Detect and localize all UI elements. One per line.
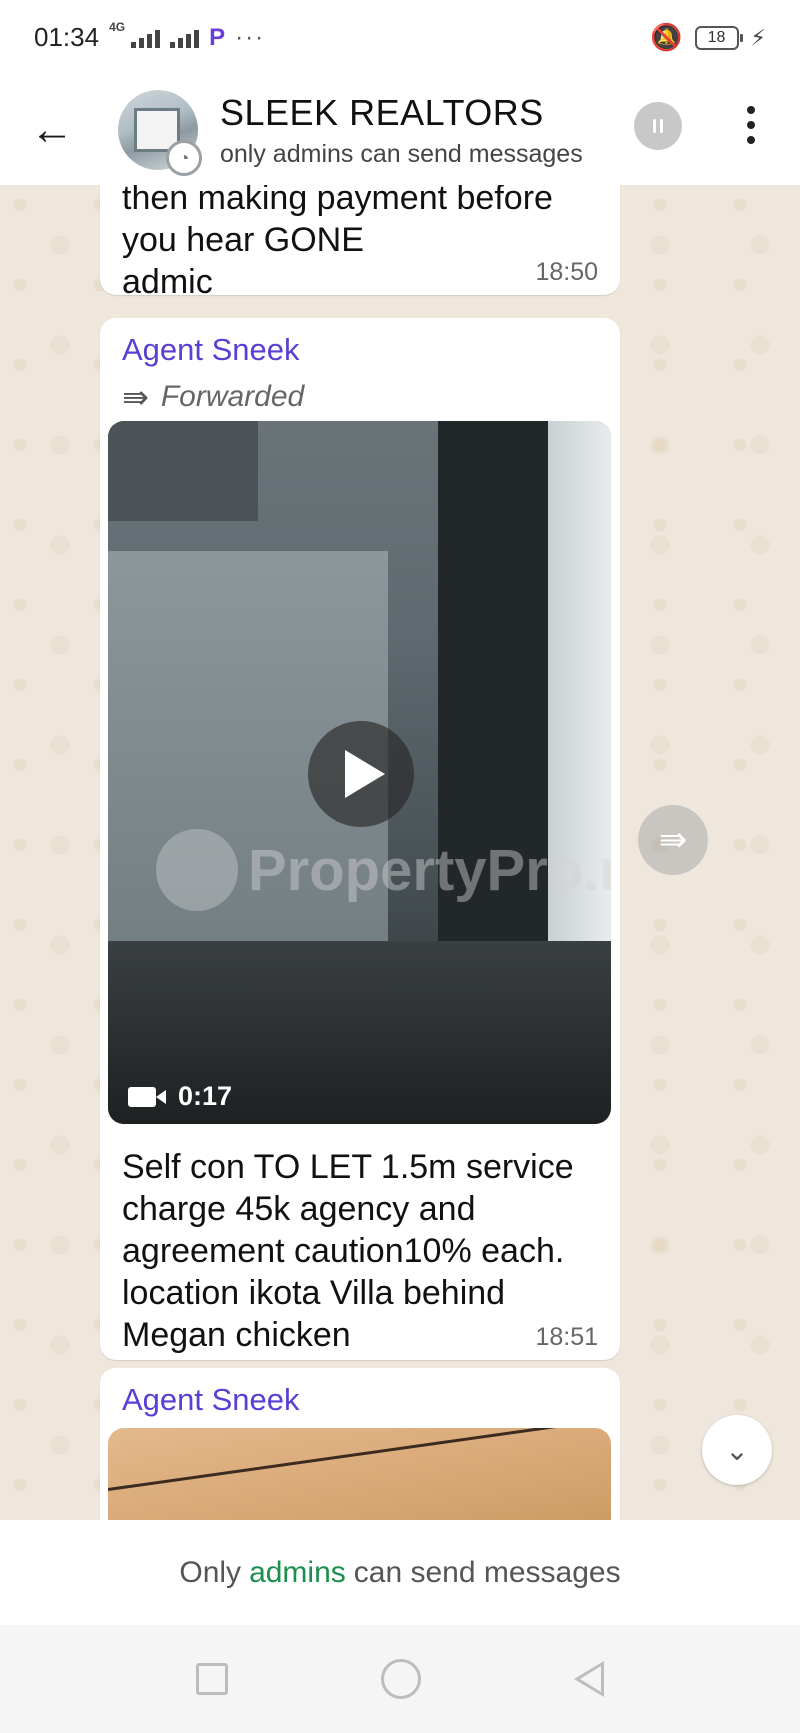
more-vert-icon[interactable] — [736, 95, 766, 155]
scroll-down-icon[interactable]: ⌄ — [702, 1415, 772, 1485]
message-time: 18:50 — [535, 258, 598, 286]
more-notifications-icon: ··· — [235, 23, 266, 51]
forwarded-icon: ⇛ — [122, 379, 149, 415]
recents-icon[interactable] — [196, 1663, 229, 1695]
status-bar: 01:34 4G P ··· 🔕 18 ⚡ — [0, 0, 800, 75]
sender-name[interactable]: Agent Sneek — [100, 318, 620, 368]
watermark: PropertyPro.ng — [156, 829, 611, 911]
caption-line: location ikota Villa behind — [122, 1274, 506, 1312]
app-notification-icon: P — [209, 23, 226, 51]
message-time: 18:51 — [535, 1323, 598, 1351]
message-bubble[interactable]: Agent Sneek ⇛ Forwarded PropertyPro.ng 0… — [100, 318, 620, 1360]
status-icon: ◔ — [166, 140, 202, 176]
watermark-text: PropertyPro.ng — [248, 837, 611, 903]
signal-icon — [131, 28, 161, 48]
forwarded-label: ⇛ Forwarded — [100, 368, 620, 416]
video-thumbnail[interactable]: PropertyPro.ng 0:17 — [108, 421, 611, 1124]
admins-link[interactable]: admins — [249, 1556, 346, 1590]
chat-title-block[interactable]: SLEEK REALTORS only admins can send mess… — [220, 92, 600, 169]
clock: 01:34 — [34, 22, 100, 52]
voice-chat-icon[interactable] — [634, 102, 682, 150]
message-bubble[interactable]: then making payment before you hear GONE… — [100, 185, 620, 301]
message-bubble[interactable]: Agent Sneek — [100, 1368, 620, 1520]
battery-level: 18 — [707, 28, 726, 46]
caption-line: agreement caution10% each. — [122, 1232, 565, 1270]
battery-icon: 18 — [694, 25, 743, 50]
caption-line: charge 45k agency and — [122, 1190, 476, 1228]
chat-header: ← ◔ SLEEK REALTORS only admins can send … — [0, 75, 800, 185]
back-arrow-icon[interactable]: ← — [12, 75, 92, 185]
image-thumbnail[interactable] — [108, 1428, 611, 1520]
system-nav-bar — [0, 1625, 800, 1733]
sender-name[interactable]: Agent Sneek — [100, 1368, 620, 1418]
admin-only-notice: Only admins can send messages — [0, 1520, 800, 1625]
notice-prefix: Only — [179, 1555, 242, 1589]
back-triangle-icon[interactable] — [573, 1661, 604, 1697]
caption-line: Self con TO LET 1.5m service — [122, 1148, 574, 1186]
chat-title: SLEEK REALTORS — [220, 91, 544, 133]
network-type: 4G — [109, 20, 126, 34]
signal-icon-2 — [170, 28, 200, 48]
message-line: you hear GONE — [122, 221, 364, 259]
video-camera-icon — [128, 1086, 166, 1107]
message-line: then making payment before — [122, 185, 553, 217]
video-meta: 0:17 — [128, 1081, 232, 1112]
chat-area[interactable]: then making payment before you hear GONE… — [0, 185, 800, 1520]
chat-subtitle: only admins can send messages — [220, 139, 583, 168]
watermark-logo-icon — [156, 829, 238, 911]
play-icon[interactable] — [308, 721, 414, 827]
video-duration: 0:17 — [178, 1081, 233, 1111]
silent-bell-icon: 🔕 — [650, 22, 683, 52]
charging-bolt-icon: ⚡ — [750, 24, 766, 50]
forward-share-icon[interactable]: ⇛ — [638, 805, 708, 875]
forwarded-text: Forwarded — [160, 380, 305, 413]
notice-suffix: can send messages — [353, 1555, 621, 1589]
group-avatar[interactable]: ◔ — [118, 90, 202, 176]
home-icon[interactable] — [380, 1659, 421, 1699]
